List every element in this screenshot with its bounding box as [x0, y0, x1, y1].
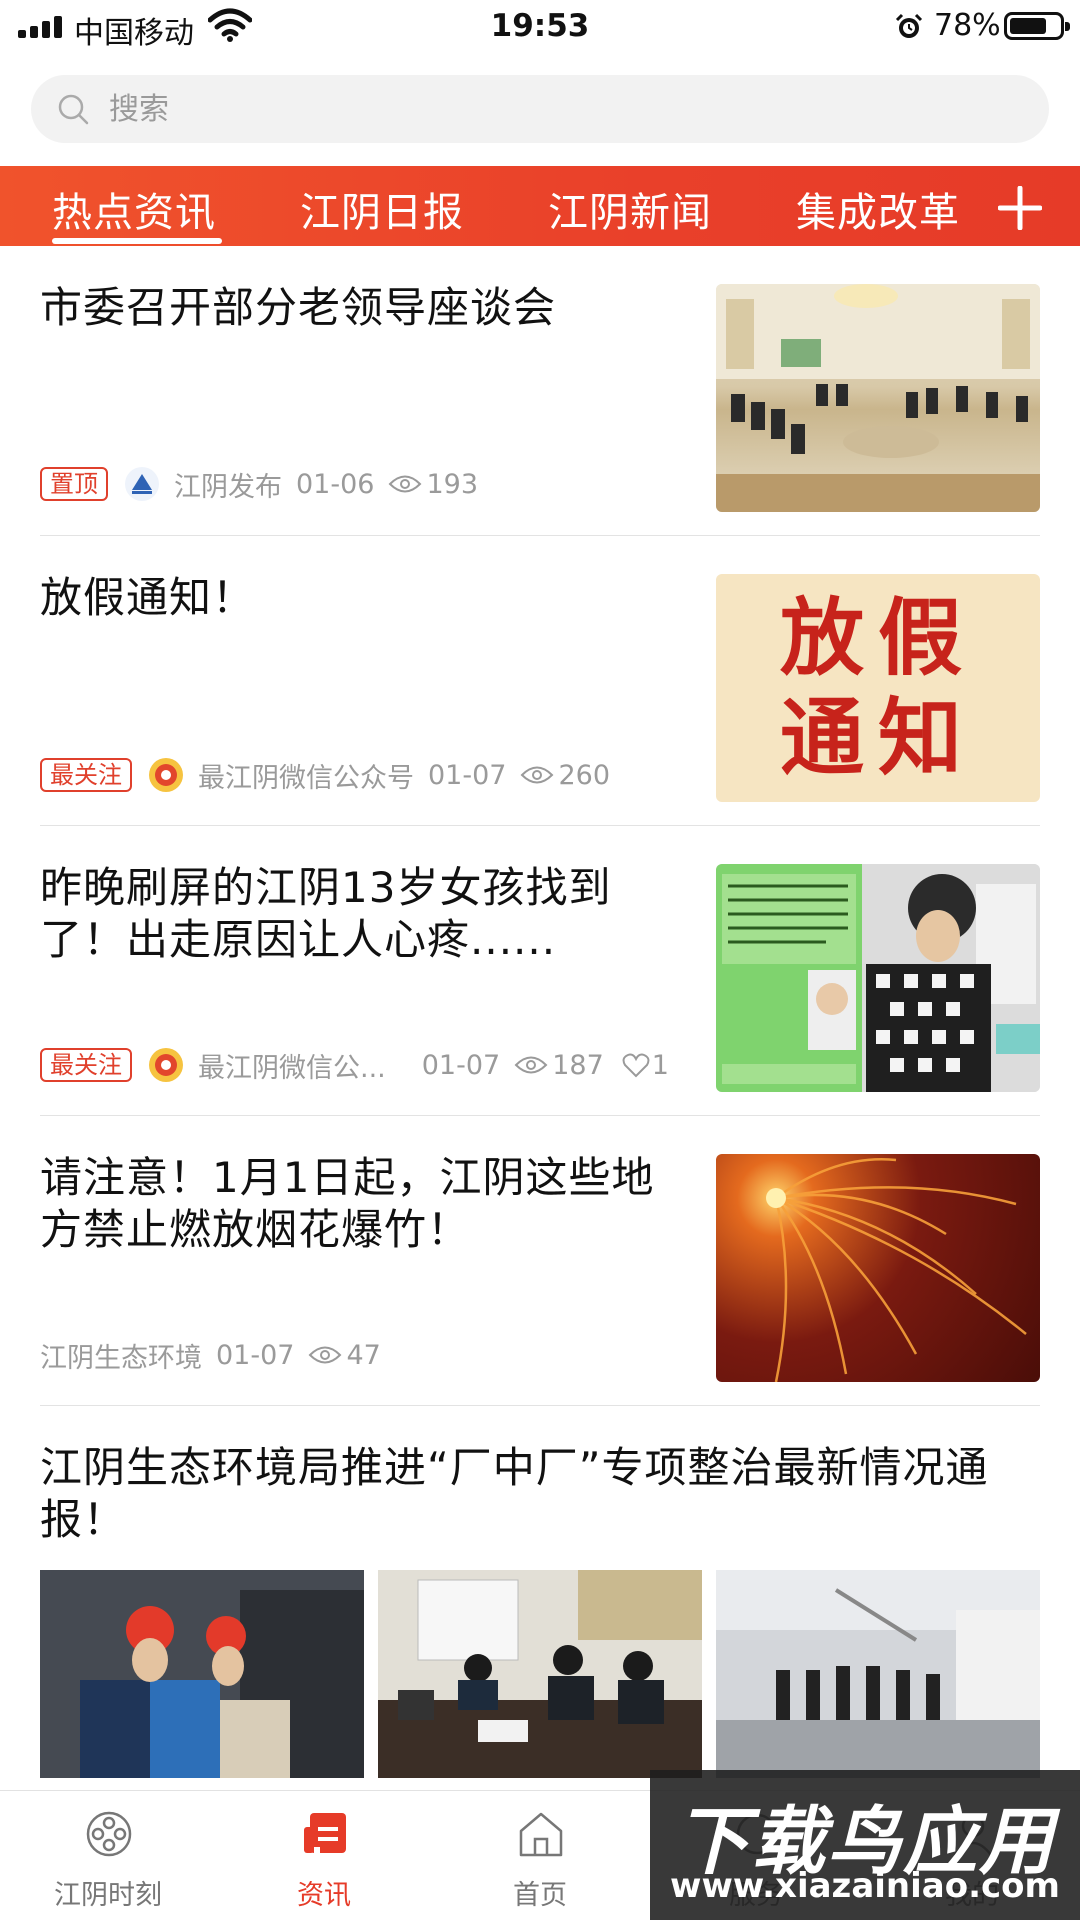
eye-icon: [309, 1346, 342, 1364]
news-title: 昨晚刷屏的江阴13岁女孩找到了！出走原因让人心疼......: [40, 863, 612, 964]
news-meta: 江阴生态环境 01-07 47: [40, 1335, 381, 1375]
news-source: 江阴发布: [174, 471, 282, 503]
film-reel-icon: [86, 1811, 132, 1857]
divider: [40, 1405, 1040, 1406]
news-source: 江阴生态环境: [40, 1342, 202, 1374]
inspection-photo-workers: [40, 1570, 364, 1778]
news-title: 江阴生态环境局推进“厂中厂”专项整治最新情况通报！: [40, 1443, 989, 1544]
tab-jiangyin-news[interactable]: 江阴新闻: [548, 180, 712, 238]
heart-icon: [622, 1053, 650, 1078]
news-date: 01-07: [421, 1049, 501, 1081]
nav-news[interactable]: 资讯: [216, 1791, 432, 1920]
fireworks-image: [766, 1158, 1027, 1382]
news-title: 放假通知！: [40, 573, 256, 622]
nav-label: 江阴时刻: [54, 1880, 162, 1911]
eye-icon: [389, 475, 422, 493]
pinned-badge: 置顶: [40, 467, 108, 501]
divider: [40, 825, 1040, 826]
news-image-2: [378, 1570, 702, 1778]
featured-badge: 最关注: [40, 1048, 132, 1082]
news-meta: 置顶 江阴发布 01-06 193: [40, 464, 478, 504]
meeting-room-image: [716, 284, 1040, 512]
add-channel-icon[interactable]: [998, 186, 1042, 230]
nav-jiangyin-moment[interactable]: 江阴时刻: [0, 1791, 216, 1920]
news-meta: 最关注 最江阴微信公众号 01-07 260: [40, 755, 610, 795]
active-tab-indicator: [52, 238, 222, 244]
news-thumbnail: [716, 284, 1040, 512]
source-logo: [149, 758, 183, 792]
tab-integrated-reform[interactable]: 集成改革: [796, 180, 960, 238]
eye-icon: [514, 1056, 548, 1074]
like-count: 1: [651, 1049, 669, 1081]
news-image-3: [716, 1570, 1040, 1778]
news-icon: [304, 1813, 346, 1853]
source-logo: [125, 467, 159, 501]
missing-girl-image: [716, 864, 1040, 1092]
news-title: 市委召开部分老领导座谈会: [40, 283, 557, 332]
tab-hot-news[interactable]: 热点资讯: [52, 180, 216, 238]
news-date: 01-07: [216, 1339, 295, 1371]
search-icon: [58, 94, 89, 125]
news-image-1: [40, 1570, 364, 1778]
holiday-notice-graphic: 放假 通知: [779, 588, 976, 787]
status-bar: 中国移动 19:53 78%: [0, 0, 1080, 54]
search-input[interactable]: [109, 75, 1009, 143]
watermark-url: www.xiazainiao.com: [670, 1866, 1060, 1906]
divider: [40, 535, 1040, 536]
eye-icon: [521, 766, 554, 784]
view-count: 47: [346, 1339, 381, 1371]
source-logo: [149, 1048, 183, 1082]
news-title: 请注意！1月1日起，江阴这些地方禁止燃放烟花爆竹！: [40, 1153, 655, 1254]
news-date: 01-06: [296, 468, 375, 500]
inspection-photo-factory: [716, 1570, 1040, 1778]
featured-badge: 最关注: [40, 758, 132, 792]
site-watermark: 下载鸟应用 www.xiazainiao.com: [650, 1770, 1080, 1920]
news-source: 最江阴微信公...: [198, 1052, 386, 1084]
home-icon: [519, 1812, 563, 1857]
news-thumbnail: 放假 通知: [716, 574, 1040, 802]
nav-label: 首页: [513, 1880, 567, 1911]
nav-home[interactable]: 首页: [432, 1791, 648, 1920]
news-date: 01-07: [428, 759, 507, 791]
search-bar[interactable]: [31, 75, 1049, 143]
tab-jiangyin-daily[interactable]: 江阴日报: [300, 180, 464, 238]
news-thumbnail: [716, 1154, 1040, 1382]
news-meta: 最关注 最江阴微信公... 01-07 187 1: [40, 1045, 669, 1085]
battery-percent: 78%: [934, 8, 1001, 43]
divider: [40, 1115, 1040, 1116]
inspection-photo-meeting: [378, 1570, 702, 1778]
battery-icon: [1004, 12, 1070, 40]
news-thumbnail: [716, 864, 1040, 1092]
channel-tab-bar: 热点资讯 江阴日报 江阴新闻 集成改革: [0, 166, 1080, 246]
view-count: 193: [426, 468, 479, 500]
nav-label: 资讯: [297, 1880, 351, 1911]
view-count: 260: [558, 759, 611, 791]
alarm-icon: [895, 13, 923, 38]
news-source: 最江阴微信公众号: [198, 762, 414, 794]
view-count: 187: [552, 1049, 604, 1081]
